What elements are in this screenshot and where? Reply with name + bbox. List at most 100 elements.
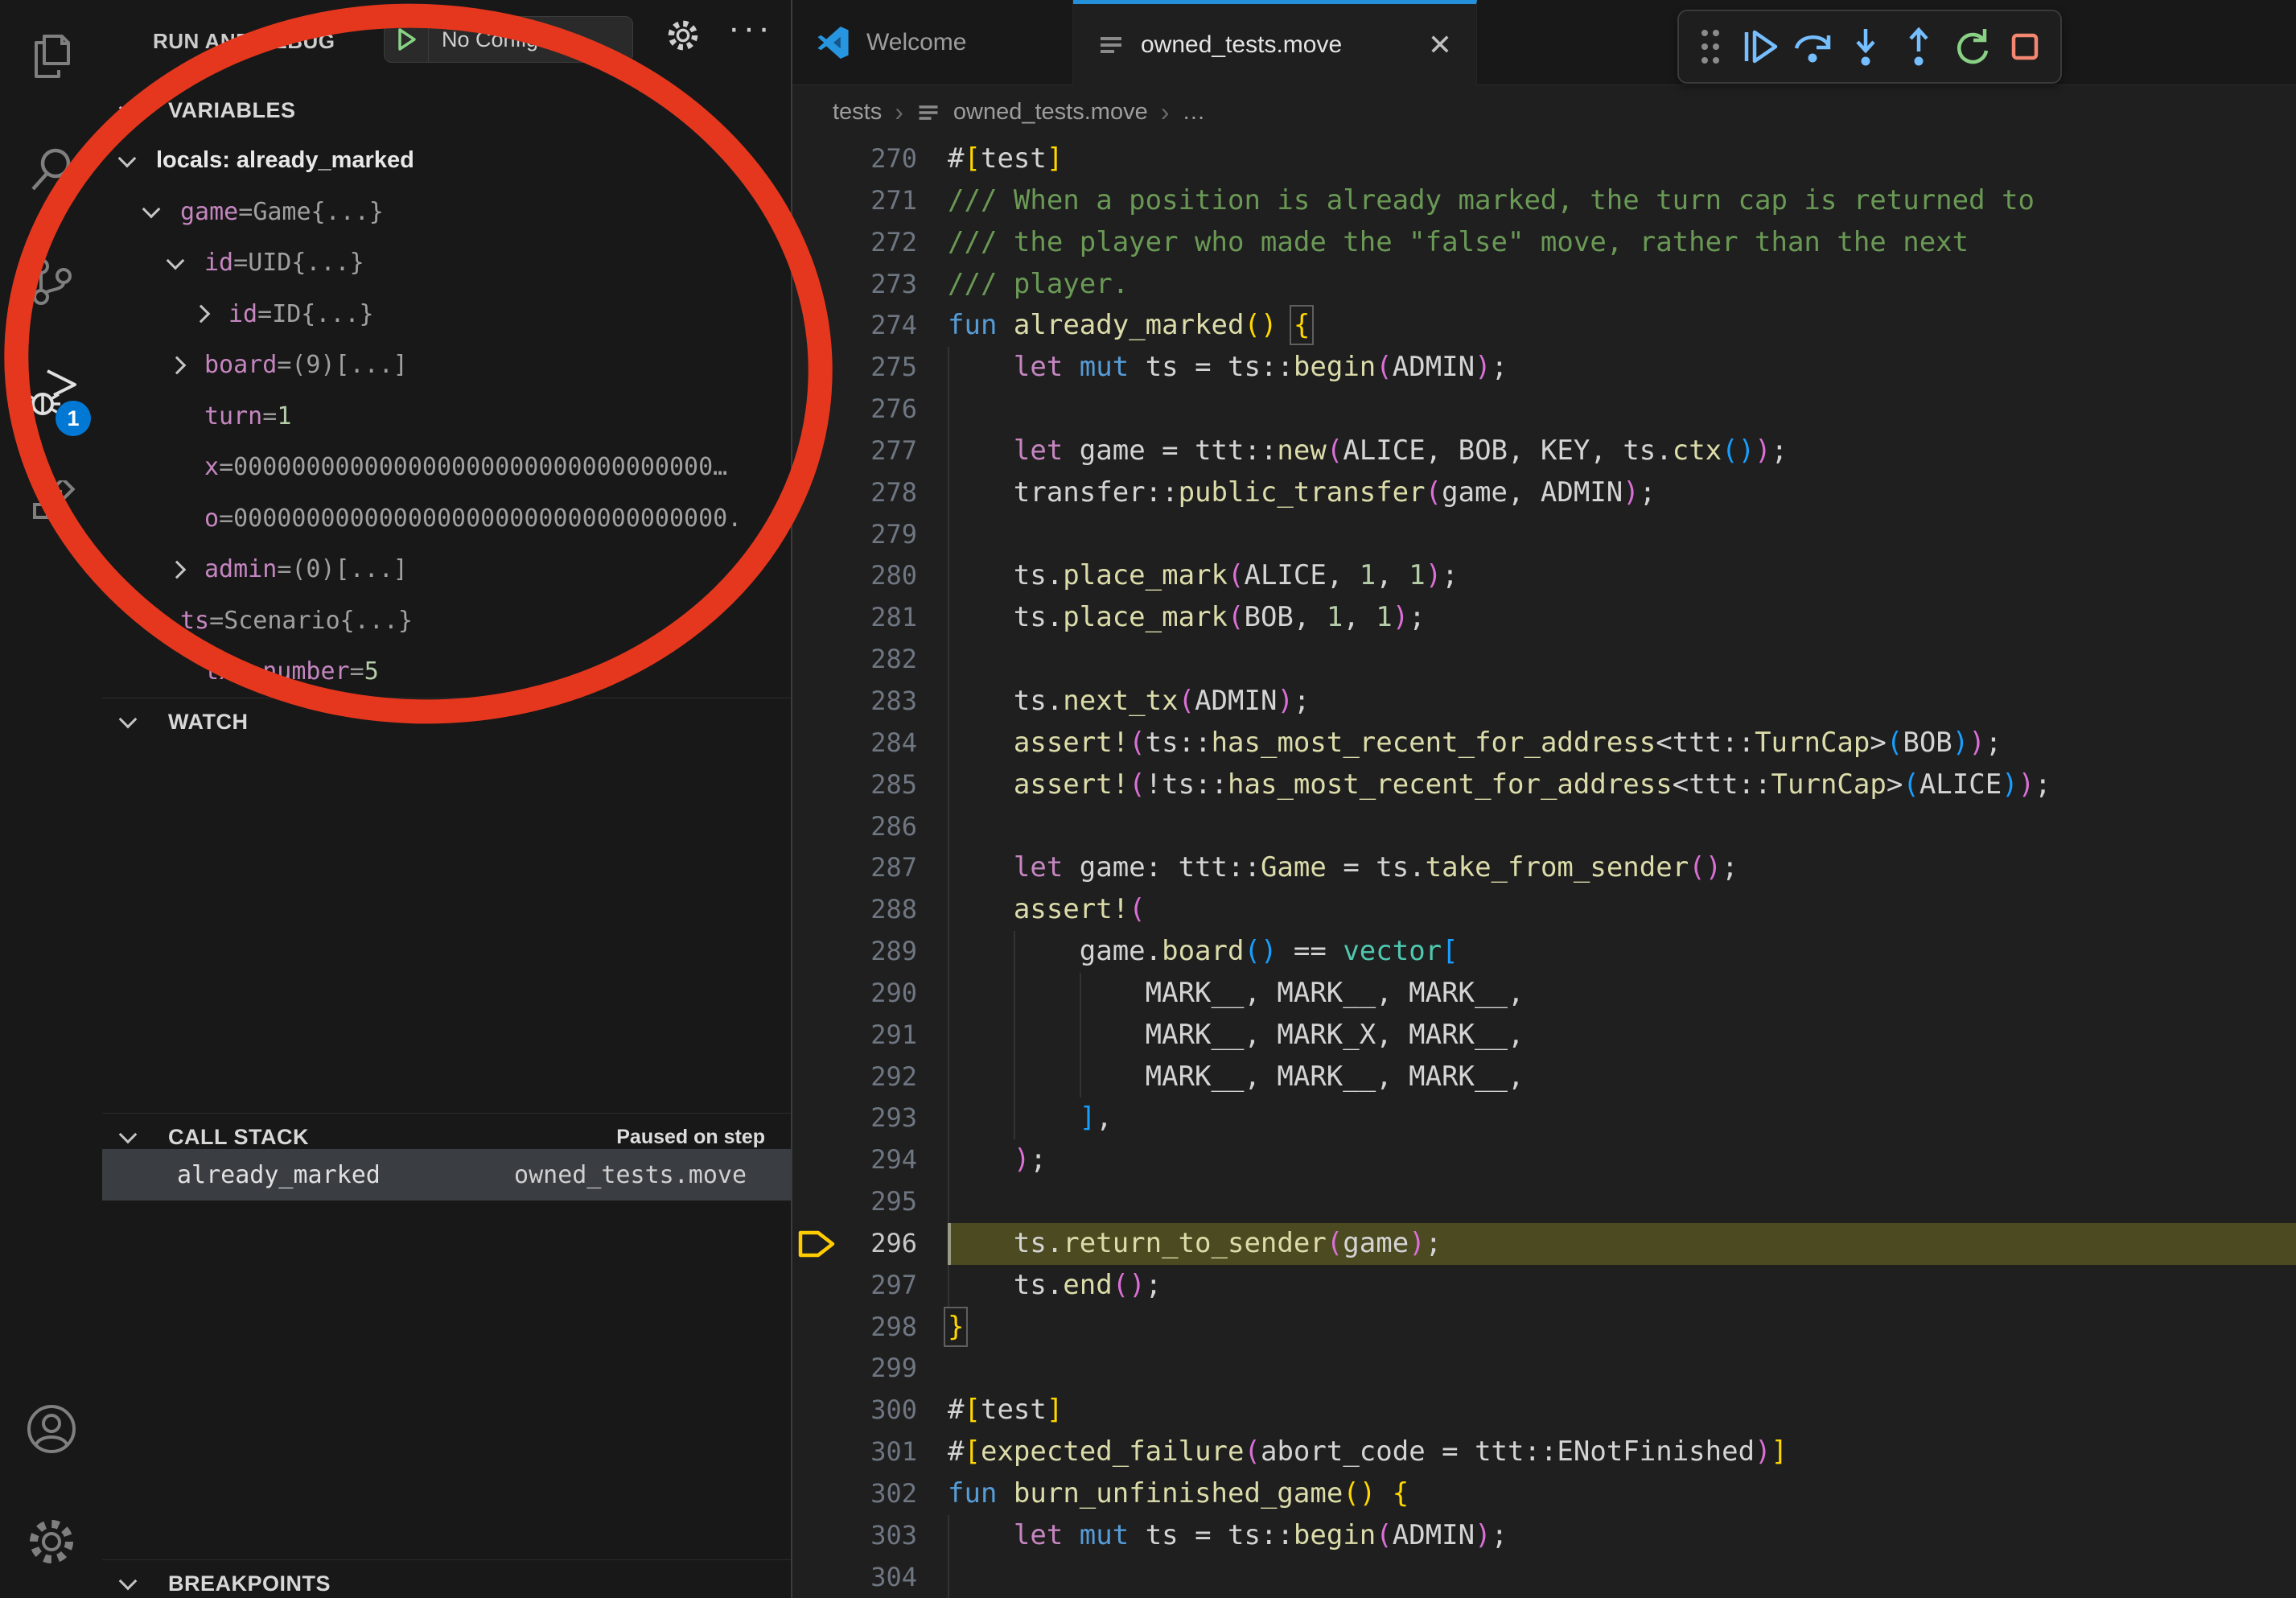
- code-line[interactable]: 293 ],: [792, 1098, 2296, 1139]
- chevron-down-icon[interactable]: [167, 251, 185, 270]
- gutter[interactable]: 280: [792, 555, 948, 597]
- gutter[interactable]: 293: [792, 1098, 948, 1139]
- breadcrumb-item[interactable]: tests: [833, 99, 882, 126]
- variable-row[interactable]: turn = 1: [102, 391, 791, 443]
- code-line[interactable]: 295: [792, 1181, 2296, 1223]
- variable-row[interactable]: board = (9)[...]: [102, 340, 791, 391]
- variable-row[interactable]: ts = Scenario{...}: [102, 595, 791, 647]
- sidebar-item-search[interactable]: [0, 113, 102, 225]
- code-line[interactable]: 289 game.board() == vector[: [792, 931, 2296, 973]
- code-line[interactable]: 285 assert!(!ts::has_most_recent_for_add…: [792, 764, 2296, 806]
- variable-row[interactable]: locals: already_marked: [102, 135, 791, 187]
- gutter[interactable]: 302: [792, 1473, 948, 1515]
- variable-row[interactable]: x = 000000000000000000000000000000000…: [102, 442, 791, 493]
- code-line[interactable]: 298}: [792, 1307, 2296, 1349]
- code-line[interactable]: 284 assert!(ts::has_most_recent_for_addr…: [792, 723, 2296, 764]
- code-line[interactable]: 294 );: [792, 1139, 2296, 1181]
- gutter[interactable]: 292: [792, 1056, 948, 1098]
- gutter[interactable]: 278: [792, 472, 948, 514]
- sidebar-item-source-control[interactable]: [0, 225, 102, 338]
- code-line[interactable]: 282: [792, 639, 2296, 681]
- code-line[interactable]: 292 MARK__, MARK__, MARK__,: [792, 1056, 2296, 1098]
- gutter[interactable]: 271: [792, 180, 948, 222]
- launch-config-dropdown[interactable]: No Configur: [384, 16, 633, 63]
- gutter[interactable]: 303: [792, 1515, 948, 1557]
- gutter[interactable]: 273: [792, 264, 948, 306]
- gutter[interactable]: 301: [792, 1431, 948, 1473]
- gutter[interactable]: 289: [792, 931, 948, 973]
- code-line[interactable]: 275 let mut ts = ts::begin(ADMIN);: [792, 347, 2296, 389]
- tab-welcome[interactable]: Welcome: [792, 0, 1073, 84]
- code-line[interactable]: 297 ts.end();: [792, 1265, 2296, 1307]
- variable-row[interactable]: id = ID{...}: [102, 289, 791, 340]
- continue-button[interactable]: [1737, 19, 1782, 75]
- account-button[interactable]: [0, 1373, 102, 1485]
- gutter[interactable]: 270: [792, 138, 948, 180]
- sidebar-item-explorer[interactable]: [0, 0, 102, 113]
- code-line[interactable]: 286: [792, 806, 2296, 848]
- variable-row[interactable]: txn_number = 5: [102, 646, 791, 698]
- code-line[interactable]: 281 ts.place_mark(BOB, 1, 1);: [792, 597, 2296, 639]
- code-line[interactable]: 279: [792, 514, 2296, 556]
- chevron-down-icon[interactable]: [118, 149, 137, 167]
- close-icon[interactable]: ✕: [1428, 28, 1452, 62]
- code-line[interactable]: 277 let game = ttt::new(ALICE, BOB, KEY,…: [792, 430, 2296, 472]
- gutter[interactable]: 276: [792, 389, 948, 430]
- code-line[interactable]: 290 MARK__, MARK__, MARK__,: [792, 973, 2296, 1015]
- variables-section-header[interactable]: VARIABLES: [102, 87, 791, 134]
- variable-row[interactable]: game = Game{...}: [102, 187, 791, 238]
- code-line[interactable]: 276: [792, 389, 2296, 430]
- breadcrumb[interactable]: tests › owned_tests.move › …: [792, 85, 2296, 139]
- gutter[interactable]: 286: [792, 806, 948, 848]
- code-line[interactable]: 288 assert!(: [792, 889, 2296, 931]
- code-line[interactable]: 287 let game: ttt::Game = ts.take_from_s…: [792, 847, 2296, 889]
- call-stack-frame-row[interactable]: already_marked owned_tests.move: [102, 1149, 791, 1201]
- gutter[interactable]: 274: [792, 305, 948, 347]
- restart-button[interactable]: [1949, 19, 1994, 75]
- gutter[interactable]: 275: [792, 347, 948, 389]
- settings-button[interactable]: [0, 1485, 102, 1598]
- gutter[interactable]: 299: [792, 1348, 948, 1390]
- sidebar-item-extensions[interactable]: [0, 451, 102, 563]
- chevron-right-icon[interactable]: [168, 560, 187, 579]
- gutter[interactable]: 281: [792, 597, 948, 639]
- tab-owned-tests[interactable]: owned_tests.move ✕: [1073, 0, 1477, 85]
- gutter[interactable]: 294: [792, 1139, 948, 1181]
- gutter[interactable]: 277: [792, 430, 948, 472]
- gutter[interactable]: 284: [792, 723, 948, 764]
- code-editor[interactable]: 270#[test]271/// When a position is alre…: [792, 138, 2296, 1598]
- code-line[interactable]: 278 transfer::public_transfer(game, ADMI…: [792, 472, 2296, 514]
- start-debug-icon[interactable]: [385, 28, 428, 51]
- gutter[interactable]: 304: [792, 1557, 948, 1598]
- code-line[interactable]: 300#[test]: [792, 1390, 2296, 1431]
- gutter[interactable]: 272: [792, 222, 948, 264]
- code-line[interactable]: 272/// the player who made the "false" m…: [792, 222, 2296, 264]
- gutter[interactable]: 290: [792, 973, 948, 1015]
- code-line[interactable]: 304: [792, 1557, 2296, 1598]
- breakpoints-section-header[interactable]: BREAKPOINTS: [102, 1559, 791, 1598]
- gutter[interactable]: 296: [792, 1223, 948, 1265]
- code-line[interactable]: 280 ts.place_mark(ALICE, 1, 1);: [792, 555, 2296, 597]
- breadcrumb-item[interactable]: owned_tests.move: [953, 99, 1148, 126]
- code-line[interactable]: 283 ts.next_tx(ADMIN);: [792, 681, 2296, 723]
- watch-section-header[interactable]: WATCH: [102, 698, 791, 745]
- gutter[interactable]: 285: [792, 764, 948, 806]
- code-line[interactable]: 270#[test]: [792, 138, 2296, 180]
- chevron-down-icon[interactable]: [142, 609, 161, 628]
- gutter[interactable]: 300: [792, 1390, 948, 1431]
- variable-row[interactable]: o = 0000000000000000000000000000000000.: [102, 493, 791, 545]
- gutter[interactable]: 298: [792, 1307, 948, 1349]
- gutter[interactable]: 297: [792, 1265, 948, 1307]
- variable-row[interactable]: admin = (0)[...]: [102, 544, 791, 595]
- code-line[interactable]: 291 MARK__, MARK_X, MARK__,: [792, 1015, 2296, 1056]
- toolbar-drag-grip[interactable]: [1692, 19, 1729, 75]
- chevron-down-icon[interactable]: [142, 200, 161, 219]
- step-into-button[interactable]: [1843, 19, 1888, 75]
- breadcrumb-item[interactable]: …: [1182, 99, 1205, 126]
- sidebar-item-run-and-debug[interactable]: 1: [0, 338, 102, 451]
- gutter[interactable]: 283: [792, 681, 948, 723]
- code-line[interactable]: 303 let mut ts = ts::begin(ADMIN);: [792, 1515, 2296, 1557]
- gutter[interactable]: 279: [792, 514, 948, 556]
- code-line[interactable]: 296 ts.return_to_sender(game);: [792, 1223, 2296, 1265]
- code-line[interactable]: 274fun already_marked() {: [792, 305, 2296, 347]
